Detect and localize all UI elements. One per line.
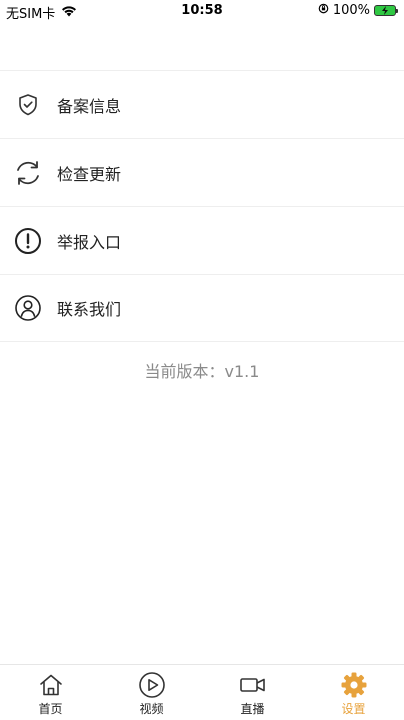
tab-label: 直播 <box>240 702 265 716</box>
settings-screen: 无SIM卡 10:58 100% 备案信息 检查更新 举报入口 联系我们 当前版… <box>0 0 404 720</box>
tab-home[interactable]: 首页 <box>0 665 101 720</box>
menu-item-report[interactable]: 举报入口 <box>0 206 404 274</box>
home-icon <box>38 671 64 699</box>
menu-item-label: 备案信息 <box>57 96 122 116</box>
play-circle-icon <box>138 671 166 699</box>
status-bar: 无SIM卡 10:58 100% <box>0 0 404 24</box>
menu-item-label: 检查更新 <box>57 164 122 184</box>
menu-item-filing-info[interactable]: 备案信息 <box>0 70 404 138</box>
orientation-lock-icon <box>318 3 329 18</box>
settings-menu: 备案信息 检查更新 举报入口 联系我们 <box>0 70 404 342</box>
tab-video[interactable]: 视频 <box>101 665 202 720</box>
alert-circle-icon <box>13 226 43 256</box>
menu-item-check-update[interactable]: 检查更新 <box>0 138 404 206</box>
app-version-text: 当前版本：v1.1 <box>144 362 260 381</box>
user-circle-icon <box>13 293 43 323</box>
menu-item-label: 举报入口 <box>57 232 122 252</box>
menu-item-label: 联系我们 <box>57 300 122 319</box>
refresh-icon <box>13 158 43 188</box>
gear-icon <box>340 671 368 699</box>
battery-percent: 100% <box>332 3 370 18</box>
battery-icon <box>374 5 398 16</box>
tab-label: 视频 <box>139 702 164 716</box>
shield-check-icon <box>13 90 43 120</box>
menu-item-contact-us[interactable]: 联系我们 <box>0 274 404 342</box>
tab-settings[interactable]: 设置 <box>303 665 404 720</box>
tab-label: 设置 <box>341 702 366 716</box>
tab-label: 首页 <box>38 702 63 716</box>
video-camera-icon <box>238 671 268 699</box>
bottom-tab-bar: 首页 视频 直播 设置 <box>0 664 404 720</box>
status-right: 100% <box>318 3 398 18</box>
tab-live[interactable]: 直播 <box>202 665 303 720</box>
